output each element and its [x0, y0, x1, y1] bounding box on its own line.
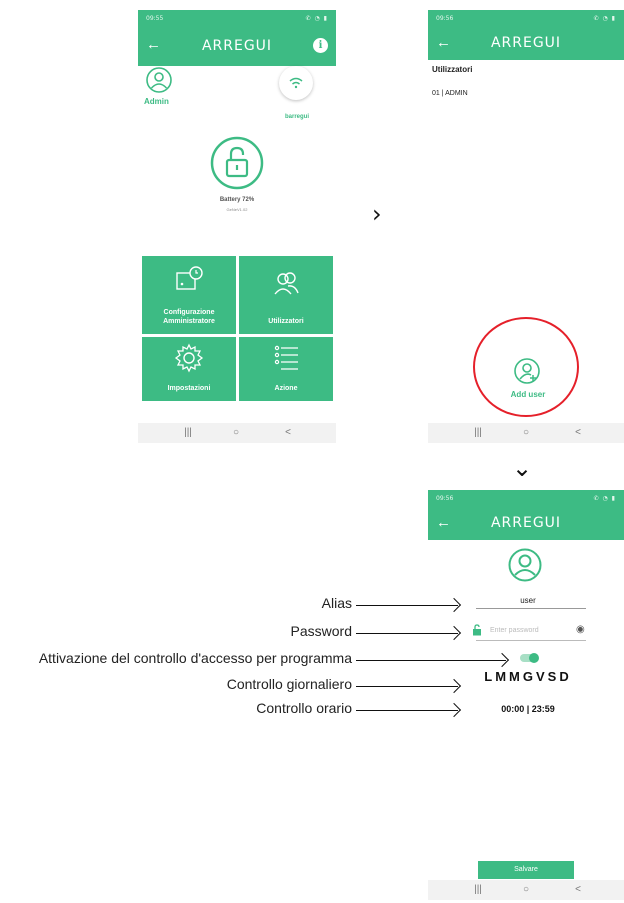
lock-icon [473, 624, 481, 636]
tile-users[interactable]: Utilizzatori [239, 256, 333, 334]
back-button[interactable]: < [278, 427, 298, 438]
recent-apps-button[interactable]: ||| [468, 427, 488, 438]
annotation-hourly-control: Controllo orario [256, 700, 352, 716]
status-bar: 09:56 ✆ ◔ ▮ [428, 490, 624, 506]
arrow-daily [356, 686, 458, 687]
add-user-button[interactable]: Add user [498, 390, 558, 399]
alias-underline [476, 608, 586, 609]
firmware-version: GeNeV1.02 [226, 207, 248, 212]
app-bar: ← ARREGUI [428, 506, 624, 540]
toggle-knob [529, 653, 539, 663]
home-button[interactable]: ○ [516, 884, 536, 895]
lock-name: barregui [284, 114, 309, 120]
android-nav-bar: ||| ○ < [428, 880, 624, 900]
arrow-schedule [356, 660, 506, 661]
status-icons: ✆ ◔ ▮ [305, 15, 328, 22]
annotation-password: Password [290, 623, 352, 639]
chevron-down-icon: ⌄ [512, 454, 533, 482]
add-user-screen: 09:56 ✆ ◔ ▮ ← ARREGUI user Enter passwor… [428, 490, 624, 900]
status-time: 09:55 [146, 15, 164, 22]
recent-apps-button[interactable]: ||| [178, 427, 198, 438]
weekday-selector[interactable]: LMMGVSD [468, 669, 588, 684]
brand-logo: ARREGUI [490, 515, 562, 531]
password-input[interactable]: Enter password [490, 627, 539, 634]
back-button[interactable]: < [568, 427, 588, 438]
eye-icon[interactable]: ◉ [576, 625, 585, 635]
admin-config-icon [176, 266, 203, 290]
android-nav-bar: ||| ○ < [138, 423, 336, 443]
brand-logo: ARREGUI [490, 35, 562, 51]
status-time: 09:56 [436, 15, 454, 22]
recent-apps-button[interactable]: ||| [468, 884, 488, 895]
page-title: Utilizzatori [432, 65, 473, 74]
android-nav-bar: ||| ○ < [428, 423, 624, 443]
tile-settings[interactable]: Impostazioni [142, 337, 236, 401]
password-underline [476, 640, 586, 641]
tile-label: Utilizzatori [268, 318, 304, 325]
status-icons: ✆ ◔ ▮ [593, 495, 616, 502]
add-user-icon[interactable] [514, 358, 540, 384]
unlocked-padlock-icon[interactable] [210, 136, 264, 190]
admin-user-icon[interactable] [146, 67, 172, 93]
brand-logo: ARREGUI [201, 38, 273, 54]
schedule-toggle[interactable] [520, 653, 539, 663]
arrow-hourly [356, 710, 458, 711]
home-screen: 09:55 ✆ ◔ ▮ ← ARREGUI i Admin barregui B… [138, 10, 336, 443]
arrow-alias [356, 605, 458, 606]
users-icon [274, 272, 299, 295]
tile-action[interactable]: Azione [239, 337, 333, 401]
app-bar: ← ARREGUI i [138, 26, 336, 66]
tile-label: Configurazione Amministratore [163, 309, 215, 325]
annotation-alias: Alias [321, 595, 352, 611]
admin-label: Admin [144, 97, 169, 106]
save-button[interactable]: Salvare [478, 861, 574, 879]
wifi-icon [289, 77, 303, 89]
wifi-button[interactable] [279, 66, 313, 100]
home-button[interactable]: ○ [226, 427, 246, 438]
chevron-right-icon: › [372, 200, 382, 228]
list-item[interactable]: 01 | ADMIN [432, 90, 468, 97]
tile-label: Azione [274, 385, 298, 392]
annotation-daily-control: Controllo giornaliero [226, 676, 352, 692]
users-screen: 09:56 ✆ ◔ ▮ ← ARREGUI Utilizzatori 01 | … [428, 10, 624, 443]
annotation-schedule-activation: Attivazione del controllo d'accesso per … [38, 650, 352, 666]
list-icon [274, 345, 298, 370]
arrow-password [356, 633, 458, 634]
app-bar: ← ARREGUI [428, 26, 624, 60]
info-icon[interactable]: i [313, 38, 328, 53]
status-time: 09:56 [436, 495, 454, 502]
tile-label: Impostazioni [167, 385, 211, 392]
battery-status: Battery 72% [219, 197, 255, 203]
status-icons: ✆ ◔ ▮ [593, 15, 616, 22]
status-bar: 09:55 ✆ ◔ ▮ [138, 10, 336, 26]
gear-icon [174, 343, 204, 373]
time-range[interactable]: 00:00 | 23:59 [468, 704, 588, 714]
alias-input[interactable]: user [488, 596, 568, 605]
user-avatar-icon [508, 548, 542, 582]
status-bar: 09:56 ✆ ◔ ▮ [428, 10, 624, 26]
home-button[interactable]: ○ [516, 427, 536, 438]
back-button[interactable]: < [568, 884, 588, 895]
tile-admin-config[interactable]: Configurazione Amministratore [142, 256, 236, 334]
